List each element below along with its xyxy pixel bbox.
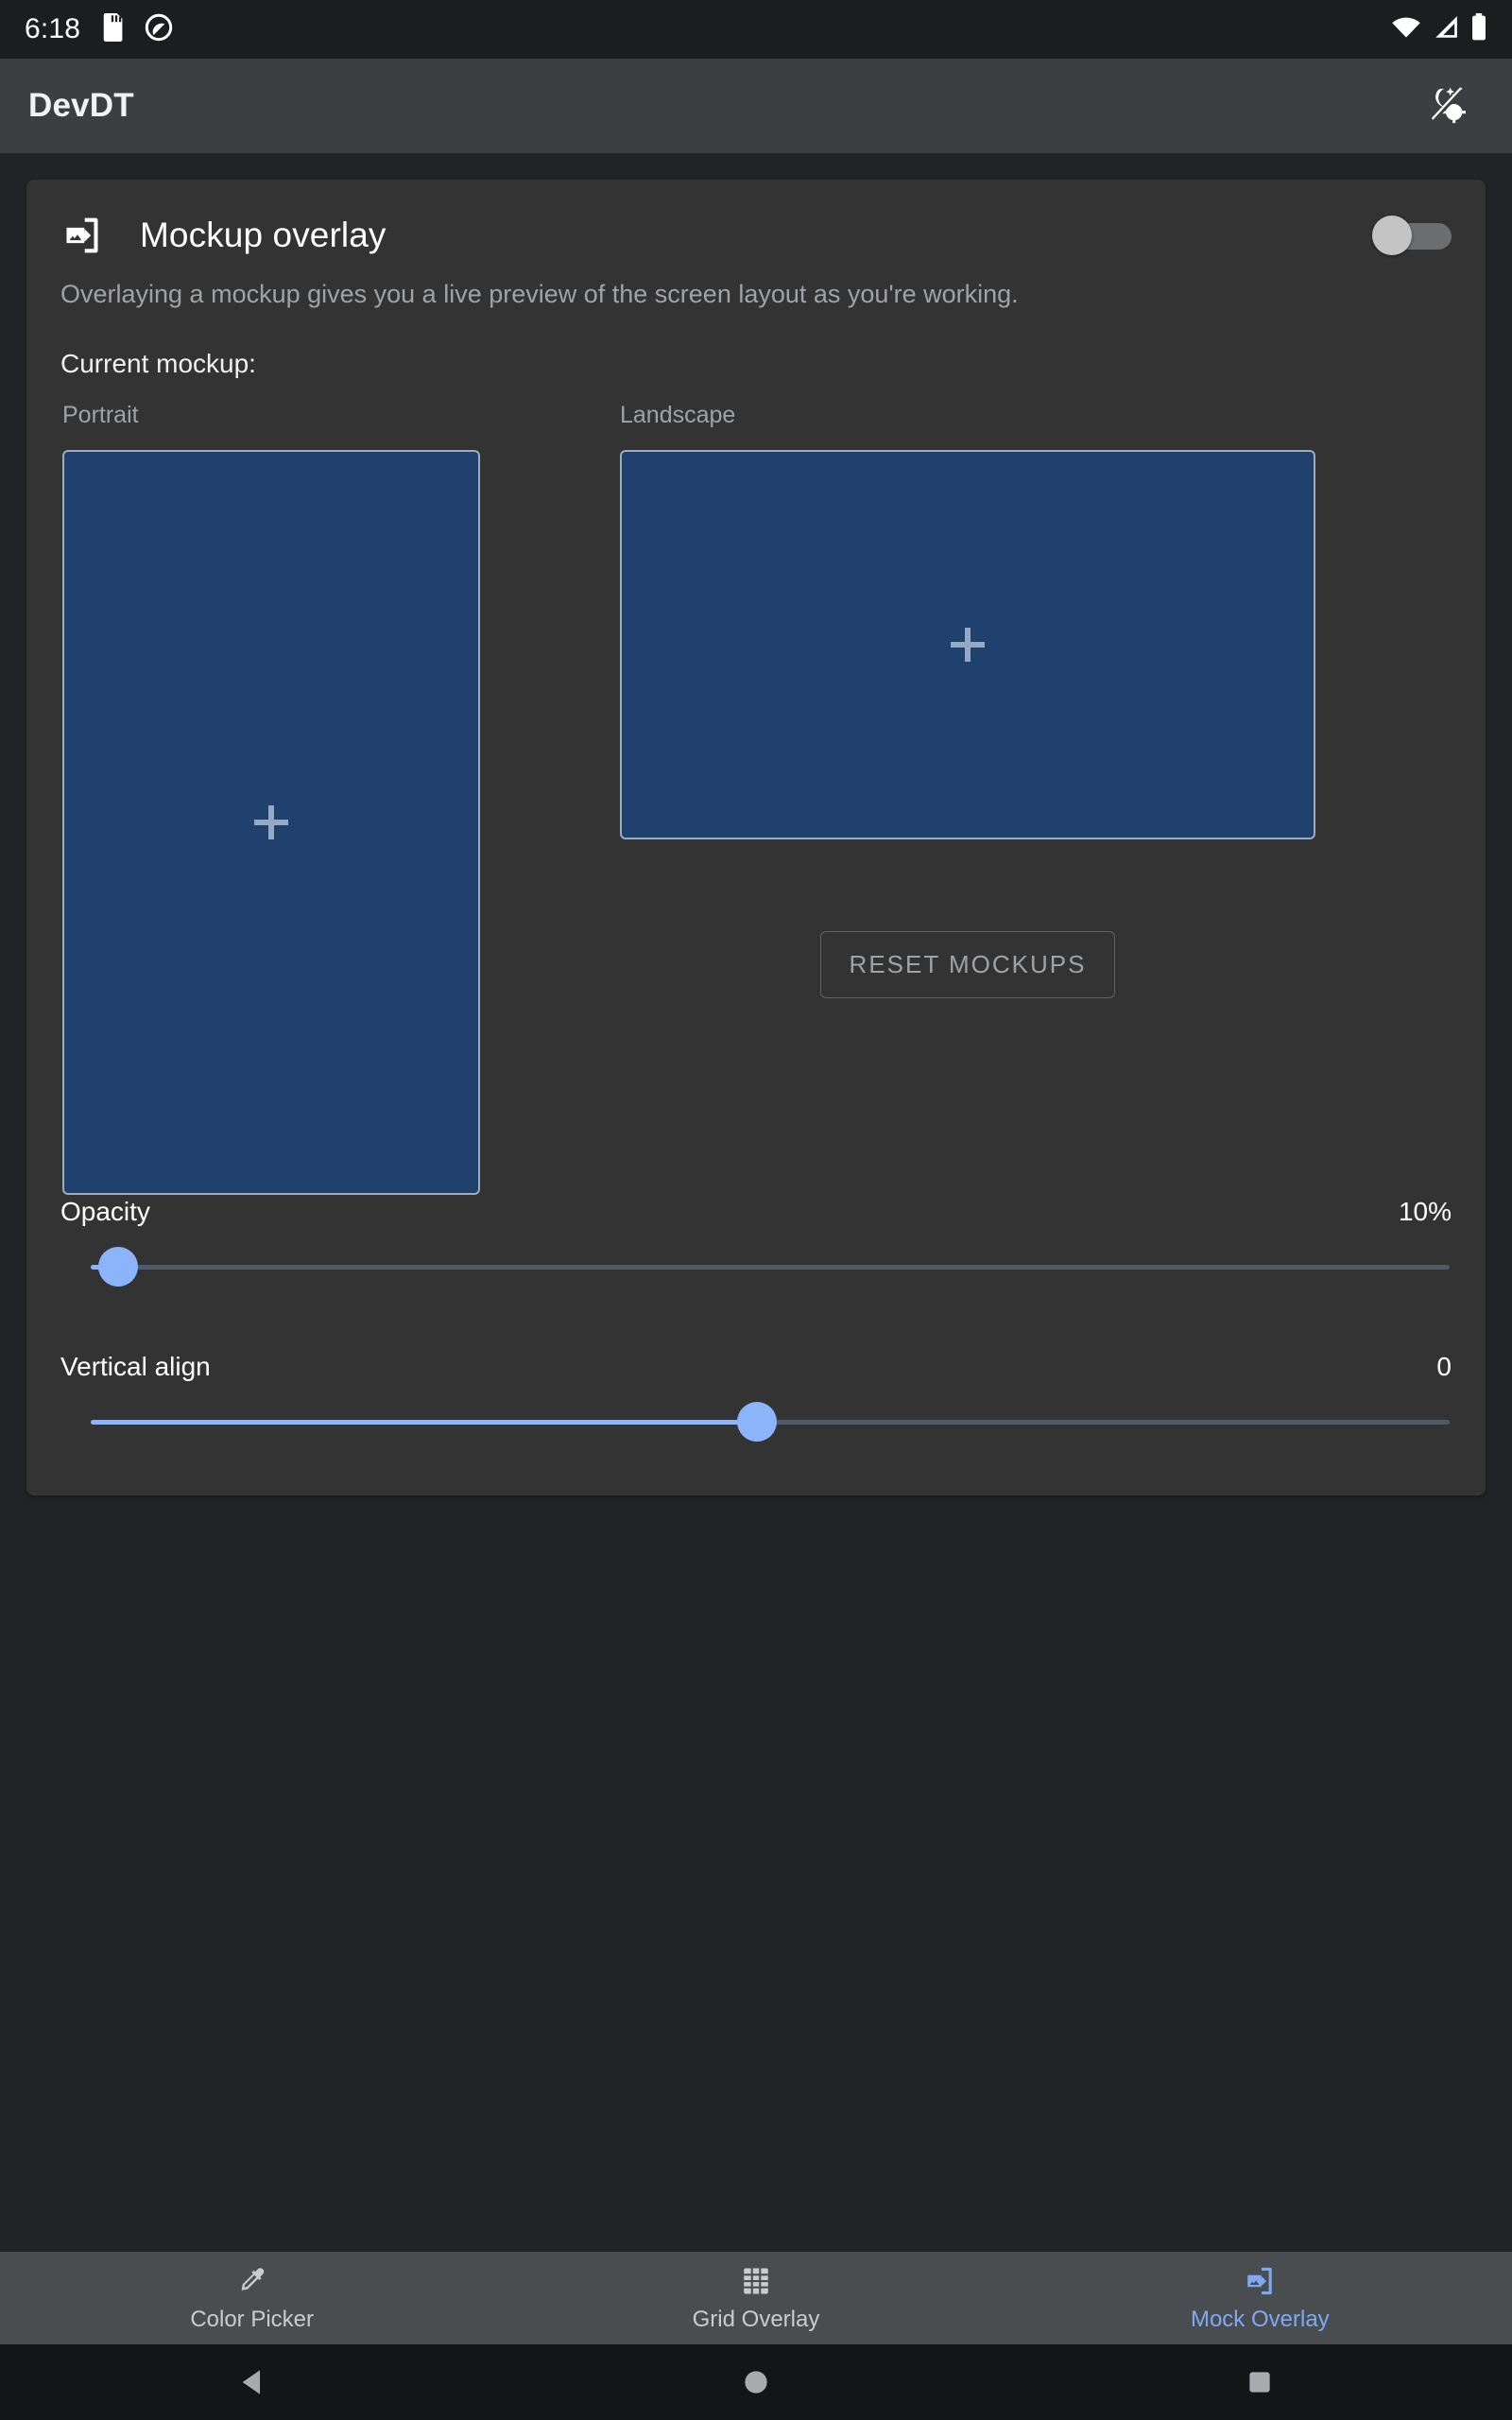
back-triangle-icon bbox=[242, 2370, 260, 2394]
status-bar: 6:18 bbox=[0, 0, 1512, 59]
cell-signal-icon bbox=[1433, 15, 1459, 44]
portrait-label: Portrait bbox=[62, 402, 139, 429]
mockup-overlay-toggle[interactable] bbox=[1372, 216, 1452, 255]
nav-label-mock-overlay: Mock Overlay bbox=[1190, 2307, 1330, 2332]
back-button[interactable] bbox=[0, 2344, 504, 2420]
status-bar-left: 6:18 bbox=[25, 12, 173, 46]
system-navigation-bar bbox=[0, 2344, 1512, 2420]
reset-button-container: RESET MOCKUPS bbox=[620, 931, 1315, 999]
sd-card-icon bbox=[99, 12, 126, 46]
home-circle-icon bbox=[745, 2371, 767, 2394]
opacity-slider[interactable] bbox=[60, 1236, 1452, 1297]
vertical-align-slider[interactable] bbox=[60, 1392, 1452, 1452]
opacity-slider-block: Opacity 10% bbox=[60, 1197, 1452, 1297]
mockup-previews: Portrait Landscape RESET MOCKUPS bbox=[60, 402, 1452, 1196]
app-title: DevDT bbox=[28, 87, 134, 124]
portrait-column: Portrait bbox=[62, 402, 480, 1196]
eyedropper-icon bbox=[236, 2263, 268, 2299]
landscape-label: Landscape bbox=[620, 402, 736, 429]
toggle-container bbox=[1372, 216, 1452, 255]
wifi-icon bbox=[1391, 15, 1421, 44]
nav-label-color-picker: Color Picker bbox=[190, 2307, 315, 2332]
android-screen: 6:18 DevDT Mockup overlay Overlaying a m… bbox=[0, 0, 1512, 2420]
landscape-mockup-dropzone[interactable] bbox=[620, 450, 1315, 840]
app-bar: DevDT bbox=[0, 59, 1512, 153]
app-bar-actions bbox=[1410, 69, 1484, 143]
plus-icon bbox=[254, 805, 288, 840]
opacity-slider-thumb[interactable] bbox=[97, 1247, 138, 1288]
day-night-theme-toggle-button[interactable] bbox=[1410, 69, 1484, 143]
plus-icon bbox=[951, 628, 985, 663]
vertical-align-slider-fill bbox=[91, 1420, 757, 1426]
card-header: Mockup overlay bbox=[60, 214, 1452, 257]
nav-item-color-picker[interactable]: Color Picker bbox=[0, 2252, 504, 2344]
opacity-value: 10% bbox=[1398, 1197, 1452, 1227]
nav-item-mock-overlay[interactable]: Mock Overlay bbox=[1008, 2252, 1512, 2344]
current-mockup-label: Current mockup: bbox=[60, 349, 256, 379]
vertical-align-value: 0 bbox=[1436, 1352, 1452, 1382]
opacity-row: Opacity 10% bbox=[60, 1197, 1452, 1227]
vertical-align-row: Vertical align 0 bbox=[60, 1352, 1452, 1382]
dnd-circle-icon bbox=[145, 13, 173, 46]
recents-button[interactable] bbox=[1008, 2344, 1512, 2420]
slider-spacer bbox=[60, 1297, 1452, 1346]
status-bar-right bbox=[1391, 12, 1487, 46]
portrait-mockup-dropzone[interactable] bbox=[62, 450, 480, 1196]
bottom-navigation: Color Picker Grid Overlay Mock Overlay bbox=[0, 2252, 1512, 2344]
card-title: Mockup overlay bbox=[140, 216, 387, 254]
content-scroll-area[interactable]: Mockup overlay Overlaying a mockup gives… bbox=[0, 153, 1512, 2420]
mockup-overlay-icon bbox=[60, 214, 104, 257]
vertical-align-slider-block: Vertical align 0 bbox=[60, 1352, 1452, 1452]
battery-icon bbox=[1470, 12, 1487, 46]
grid-icon bbox=[740, 2263, 772, 2299]
home-button[interactable] bbox=[504, 2344, 1007, 2420]
nav-label-grid-overlay: Grid Overlay bbox=[692, 2307, 820, 2332]
status-bar-clock: 6:18 bbox=[25, 13, 81, 44]
landscape-column: Landscape bbox=[620, 402, 1315, 840]
reset-mockups-button[interactable]: RESET MOCKUPS bbox=[819, 931, 1116, 999]
vertical-align-slider-thumb[interactable] bbox=[736, 1402, 777, 1443]
mockup-overlay-card: Mockup overlay Overlaying a mockup gives… bbox=[26, 180, 1486, 1496]
toggle-thumb bbox=[1372, 216, 1412, 255]
opacity-slider-rail bbox=[91, 1265, 1450, 1270]
day-night-theme-toggle-icon bbox=[1425, 83, 1469, 130]
card-subtitle: Overlaying a mockup gives you a live pre… bbox=[60, 280, 1019, 308]
recents-square-icon bbox=[1249, 2372, 1270, 2393]
mockup-overlay-icon bbox=[1244, 2263, 1276, 2299]
vertical-align-label: Vertical align bbox=[60, 1352, 211, 1382]
nav-item-grid-overlay[interactable]: Grid Overlay bbox=[504, 2252, 1007, 2344]
opacity-label: Opacity bbox=[60, 1197, 150, 1227]
